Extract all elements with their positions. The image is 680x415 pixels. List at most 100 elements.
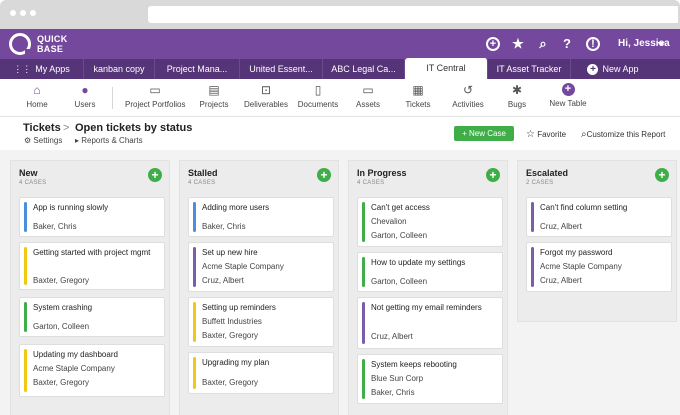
toolbar-project-portfolios[interactable]: ▭ Project Portfolios	[125, 83, 185, 109]
tab-new-app[interactable]: + New App	[571, 59, 655, 79]
toolbar-label: Activities	[452, 100, 484, 109]
toolbar-label: Assets	[355, 100, 380, 109]
tab-label: IT Central	[426, 63, 466, 73]
breadcrumb-separator: >	[63, 122, 70, 134]
ticket-card[interactable]: Updating my dashboard Acme Staple Compan…	[19, 344, 165, 397]
add-card-button[interactable]: +	[148, 168, 162, 182]
add-card-button[interactable]: +	[655, 168, 669, 182]
toolbar-new-table[interactable]: + New Table	[547, 83, 589, 108]
card-title: Forgot my password	[540, 248, 613, 257]
activity-icon: ↺	[462, 83, 474, 97]
status-color-bar	[362, 302, 365, 344]
card-detail: Cruz, Albert	[371, 332, 413, 341]
toolbar-label: Tickets	[405, 100, 431, 109]
card-title: Can't find column setting	[540, 203, 628, 212]
card-detail: Baxter, Gregory	[202, 378, 259, 387]
card-title: App is running slowly	[33, 203, 109, 212]
favorite-button[interactable]: ☆ Favorite	[526, 129, 566, 140]
status-color-bar	[362, 257, 365, 287]
caret-right-icon: ▸	[75, 136, 80, 145]
tab-my-apps[interactable]: ⋮⋮ My Apps	[0, 59, 84, 79]
card-detail: Chevalion	[371, 217, 407, 226]
ticket-card[interactable]: Can't find column setting Cruz, Albert	[526, 197, 672, 237]
star-icon[interactable]: ★	[509, 35, 527, 53]
search-icon[interactable]: ⌕	[534, 35, 552, 53]
ticket-card[interactable]: System keeps rebooting Blue Sun Corp Bak…	[357, 354, 503, 404]
tab-abc-legal[interactable]: ABC Legal Ca...	[323, 59, 405, 79]
ticket-card[interactable]: System crashing Garton, Colleen	[19, 297, 165, 337]
add-card-button[interactable]: +	[317, 168, 331, 182]
toolbar-label: Projects	[199, 100, 229, 109]
app-header: QUICK BASE + ★ ⌕ ? ! Hi, Jessica	[0, 29, 680, 59]
ticket-card[interactable]: Not getting my email reminders Cruz, Alb…	[357, 297, 503, 349]
plus-icon: +	[587, 64, 599, 75]
ticket-card[interactable]: Setting up reminders Buffett Industries …	[188, 297, 334, 347]
toolbar-documents[interactable]: ▯ Documents	[297, 83, 339, 109]
status-color-bar	[193, 202, 196, 232]
tab-label: United Essent...	[249, 64, 313, 74]
tab-it-asset-tracker[interactable]: IT Asset Tracker	[488, 59, 571, 79]
tab-united-essent[interactable]: United Essent...	[240, 59, 323, 79]
add-card-button[interactable]: +	[486, 168, 500, 182]
card-title: System keeps rebooting	[371, 360, 457, 369]
tab-label: My Apps	[35, 64, 70, 74]
toolbar-users[interactable]: ● Users	[71, 83, 99, 109]
tab-project-mana[interactable]: Project Mana...	[155, 59, 240, 79]
ticket-card[interactable]: Getting started with project mgmt Baxter…	[19, 242, 165, 290]
status-color-bar	[193, 357, 196, 389]
reports-charts-link[interactable]: ▸ Reports & Charts	[75, 136, 143, 145]
toolbar-deliverables[interactable]: ⊡ Deliverables	[243, 83, 289, 109]
breadcrumb-root[interactable]: Tickets	[23, 122, 61, 134]
column-count: 4 CASES	[188, 180, 216, 186]
gear-icon: ⚙	[24, 136, 32, 145]
card-title: System crashing	[33, 303, 93, 312]
ticket-icon: ▦	[412, 83, 424, 97]
column-count: 4 CASES	[357, 180, 385, 186]
toolbar-activities[interactable]: ↺ Activities	[450, 83, 486, 109]
card-detail: Acme Staple Company	[202, 262, 284, 271]
chevron-down-icon[interactable]	[657, 42, 665, 46]
status-color-bar	[362, 202, 365, 242]
toolbar-projects[interactable]: ▤ Projects	[195, 83, 233, 109]
quickbase-logo-icon[interactable]	[9, 33, 32, 56]
kanban-column-in-progress: In Progress 4 CASES + Can't get access C…	[348, 160, 508, 415]
help-icon[interactable]: ?	[558, 35, 576, 53]
toolbar-assets[interactable]: ▭ Assets	[352, 83, 384, 109]
kanban-column-new: New 4 CASES + App is running slowly Bake…	[10, 160, 170, 415]
toolbar-home[interactable]: ⌂ Home	[23, 83, 51, 109]
ticket-card[interactable]: How to update my settings Garton, Collee…	[357, 252, 503, 292]
toolbar-label: Documents	[297, 100, 339, 109]
column-count: 4 CASES	[19, 180, 47, 186]
toolbar-bugs[interactable]: ✱ Bugs	[503, 83, 531, 109]
toolbar-tickets[interactable]: ▦ Tickets	[402, 83, 434, 109]
logo-text: QUICK BASE	[37, 34, 68, 54]
tab-it-central[interactable]: IT Central	[405, 58, 488, 79]
toolbar-label: Project Portfolios	[125, 100, 186, 109]
card-detail: Baker, Chris	[371, 388, 415, 397]
ticket-card[interactable]: Upgrading my plan Baxter, Gregory	[188, 352, 334, 394]
ticket-card[interactable]: Set up new hire Acme Staple Company Cruz…	[188, 242, 334, 292]
ticket-card[interactable]: Forgot my password Acme Staple Company C…	[526, 242, 672, 292]
ticket-card[interactable]: Adding more users Baker, Chris	[188, 197, 334, 237]
card-detail: Garton, Colleen	[371, 231, 428, 240]
column-title: In Progress	[357, 168, 407, 178]
toolbar-label: New Table	[549, 99, 587, 108]
tab-label: IT Asset Tracker	[496, 64, 562, 74]
address-bar[interactable]	[148, 6, 678, 23]
tab-kanban-copy[interactable]: kanban copy	[84, 59, 155, 79]
column-count: 2 CASES	[526, 180, 554, 186]
alert-icon[interactable]: !	[586, 37, 600, 51]
plus-circle-icon: +	[561, 83, 575, 96]
add-icon[interactable]: +	[486, 37, 500, 51]
new-case-button[interactable]: + New Case	[454, 126, 514, 141]
ticket-card[interactable]: Can't get access Chevalion Garton, Colle…	[357, 197, 503, 247]
card-title: Setting up reminders	[202, 303, 276, 312]
customize-report-button[interactable]: ⌕Customize this Report	[581, 129, 665, 140]
kanban-column-stalled: Stalled 4 CASES + Adding more users Bake…	[179, 160, 339, 415]
status-color-bar	[24, 302, 27, 332]
folder-icon: ▤	[208, 83, 220, 97]
settings-link[interactable]: ⚙ Settings	[24, 136, 62, 145]
ticket-card[interactable]: App is running slowly Baker, Chris	[19, 197, 165, 237]
card-detail: Buffett Industries	[202, 317, 262, 326]
status-color-bar	[24, 349, 27, 392]
